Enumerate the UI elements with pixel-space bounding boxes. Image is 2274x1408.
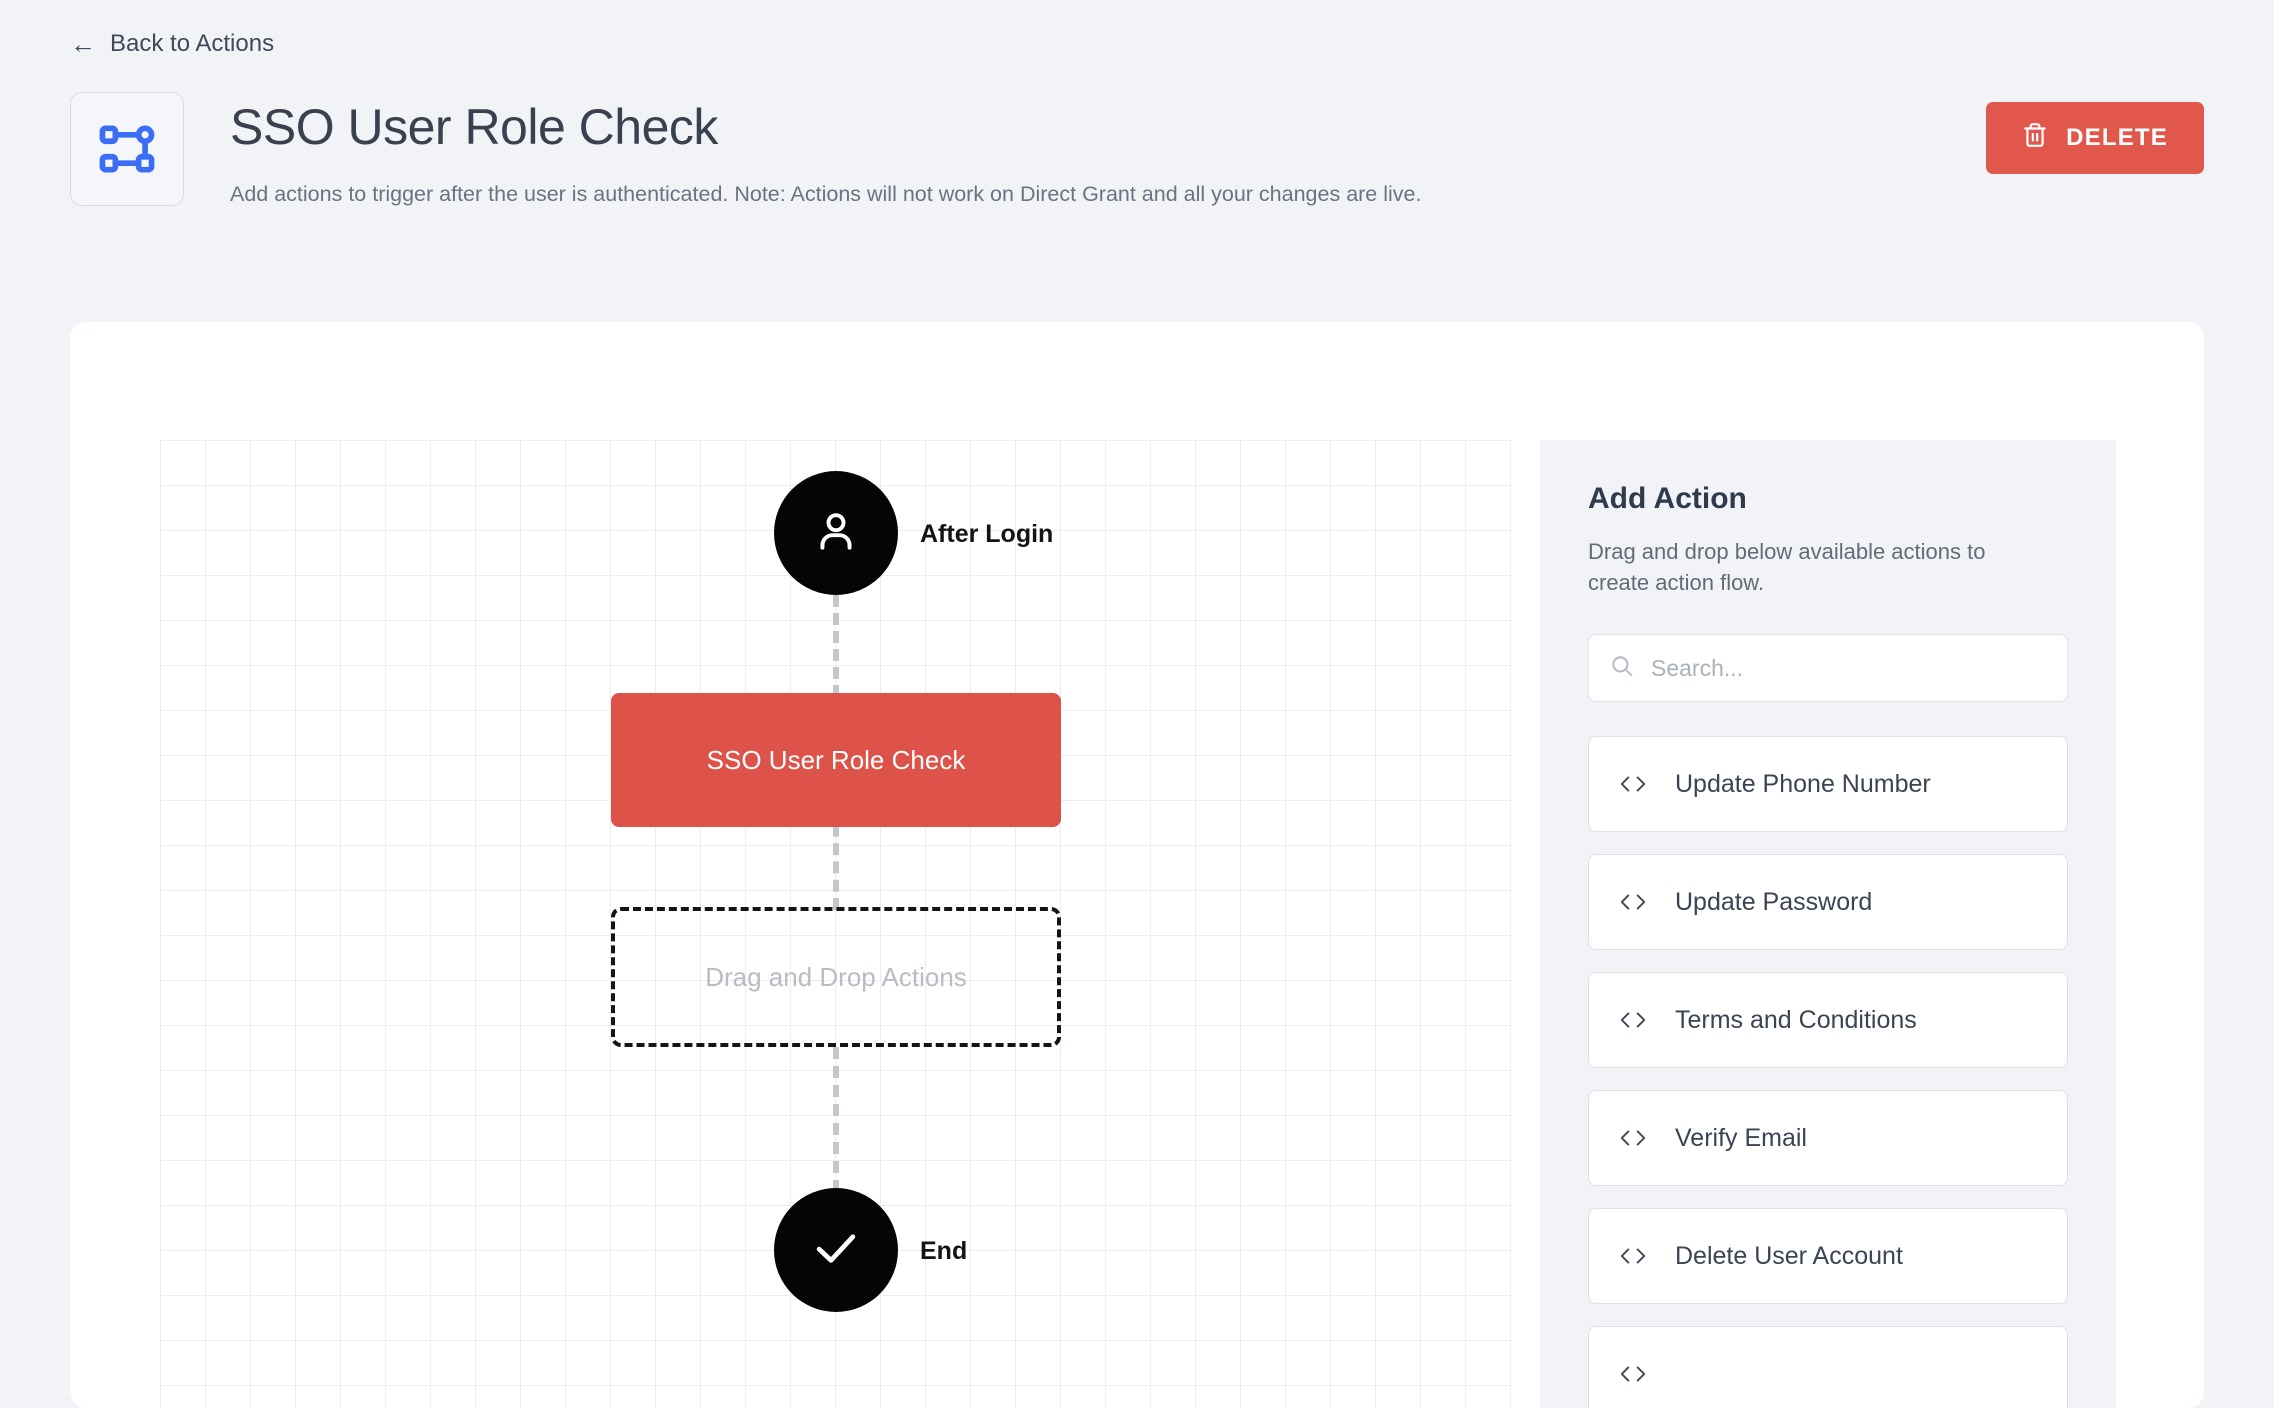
connector-dropzone-to-end [833, 1047, 839, 1192]
action-item[interactable]: Verify Email [1588, 1090, 2068, 1187]
code-brackets-icon [1619, 1245, 1647, 1267]
back-to-actions-label: Back to Actions [110, 30, 275, 57]
page-title: SSO User Role Check [230, 99, 718, 155]
action-item-label: Update Password [1675, 887, 1873, 916]
action-item[interactable]: Update Phone Number [1588, 736, 2068, 833]
code-brackets-icon [1619, 1009, 1647, 1031]
title-block: SSO User Role Check Add actions to trigg… [230, 92, 1986, 209]
search-box[interactable] [1588, 634, 2068, 703]
panel-description: Drag and drop below available actions to… [1588, 539, 1986, 596]
arrow-left-icon: ← [70, 29, 96, 59]
code-brackets-icon [1619, 1127, 1647, 1149]
code-brackets-icon [1619, 1363, 1647, 1385]
code-brackets-icon [1619, 773, 1647, 795]
code-brackets-icon [1619, 891, 1647, 913]
action-flow-page: ← Back to Actions SSO User Role Check Ad… [0, 0, 2274, 1408]
action-item[interactable] [1588, 1326, 2068, 1408]
delete-button-label: DELETE [2066, 124, 2168, 151]
search-icon [1609, 653, 1635, 684]
user-icon [811, 506, 861, 561]
trash-icon [2022, 122, 2048, 155]
action-item[interactable]: Delete User Account [1588, 1208, 2068, 1305]
check-icon [809, 1221, 863, 1280]
flow-graph: After Login SSO User Role Check Drag and… [160, 440, 1512, 1408]
available-actions-list: Update Phone Number Update Password Term… [1588, 736, 2068, 1408]
action-item[interactable]: Terms and Conditions [1588, 972, 2068, 1069]
action-item-label: Terms and Conditions [1675, 1005, 1917, 1034]
flow-node-end[interactable] [774, 1188, 898, 1312]
page-subtitle: Add actions to trigger after the user is… [230, 182, 1422, 206]
action-item-label: Delete User Account [1675, 1241, 1903, 1270]
flow-node-after-login-label: After Login [920, 520, 1054, 548]
flow-node-sso-user-role-check[interactable]: SSO User Role Check [611, 693, 1061, 827]
delete-button[interactable]: DELETE [1986, 102, 2204, 174]
flow-node-end-label: End [920, 1237, 968, 1265]
flow-dropzone-label: Drag and Drop Actions [705, 961, 967, 992]
back-to-actions-link[interactable]: ← Back to Actions [70, 30, 274, 58]
action-item-label: Verify Email [1675, 1123, 1807, 1152]
flow-node-action-label: SSO User Role Check [706, 744, 966, 775]
flow-node-after-login[interactable] [774, 471, 898, 595]
flow-dropzone[interactable]: Drag and Drop Actions [611, 907, 1061, 1047]
search-input[interactable] [1651, 654, 2047, 682]
panel-title: Add Action [1588, 482, 1747, 515]
page-header: SSO User Role Check Add actions to trigg… [70, 92, 2204, 209]
action-item[interactable]: Update Password [1588, 854, 2068, 951]
flow-canvas[interactable]: After Login SSO User Role Check Drag and… [160, 440, 1512, 1408]
action-item-label: Update Phone Number [1675, 769, 1931, 798]
workflow-nodes-icon [70, 92, 184, 206]
add-action-panel: Add Action Drag and drop below available… [1540, 440, 2116, 1408]
